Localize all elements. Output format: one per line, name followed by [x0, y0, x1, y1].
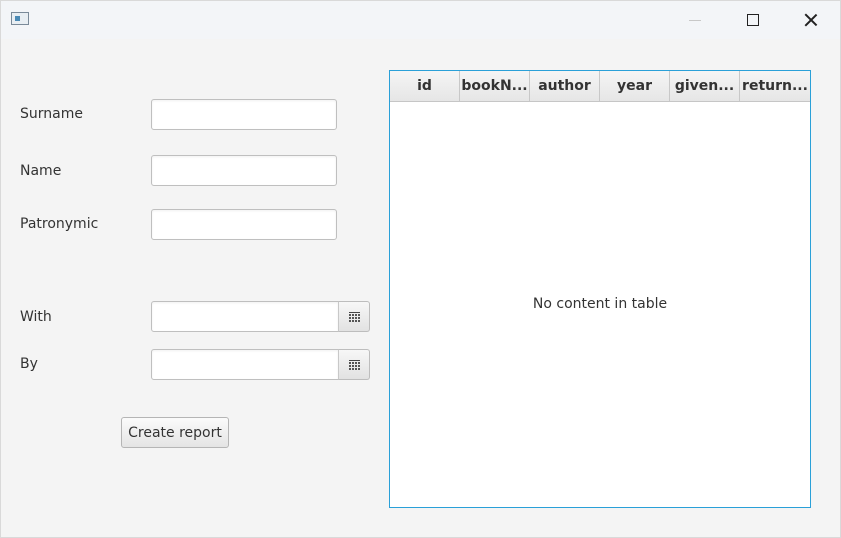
- column-header-year[interactable]: year: [600, 71, 670, 101]
- app-window: Surname Name Patronymic With By Create r…: [0, 0, 841, 538]
- create-report-button[interactable]: Create report: [121, 417, 229, 448]
- surname-field[interactable]: [151, 99, 337, 130]
- close-button[interactable]: [782, 1, 840, 39]
- name-field[interactable]: [151, 155, 337, 186]
- with-date-field[interactable]: [151, 301, 339, 332]
- calendar-icon: [348, 311, 360, 322]
- patronymic-label: Patronymic: [20, 216, 99, 232]
- column-header-given[interactable]: given...: [670, 71, 740, 101]
- surname-label: Surname: [20, 106, 83, 122]
- column-header-returned[interactable]: return...: [740, 71, 810, 101]
- books-table[interactable]: id bookN... author year given... return.…: [389, 70, 811, 508]
- with-date-picker-button[interactable]: [338, 301, 370, 332]
- app-icon: [11, 12, 29, 25]
- table-header: id bookN... author year given... return.…: [390, 71, 810, 102]
- calendar-icon: [348, 359, 360, 370]
- title-bar: [1, 1, 840, 39]
- minimize-icon: [689, 19, 701, 21]
- maximize-icon: [747, 14, 759, 26]
- empty-table-placeholder: No content in table: [532, 296, 668, 312]
- with-date-label: With: [20, 309, 52, 325]
- column-header-id[interactable]: id: [390, 71, 460, 101]
- by-date-picker-button[interactable]: [338, 349, 370, 380]
- name-label: Name: [20, 163, 62, 179]
- column-header-author[interactable]: author: [530, 71, 600, 101]
- column-header-book-name[interactable]: bookN...: [460, 71, 530, 101]
- minimize-button[interactable]: [666, 1, 724, 39]
- close-icon: [804, 13, 818, 27]
- by-date-label: By: [20, 356, 38, 372]
- maximize-button[interactable]: [724, 1, 782, 39]
- patronymic-field[interactable]: [151, 209, 337, 240]
- by-date-field[interactable]: [151, 349, 339, 380]
